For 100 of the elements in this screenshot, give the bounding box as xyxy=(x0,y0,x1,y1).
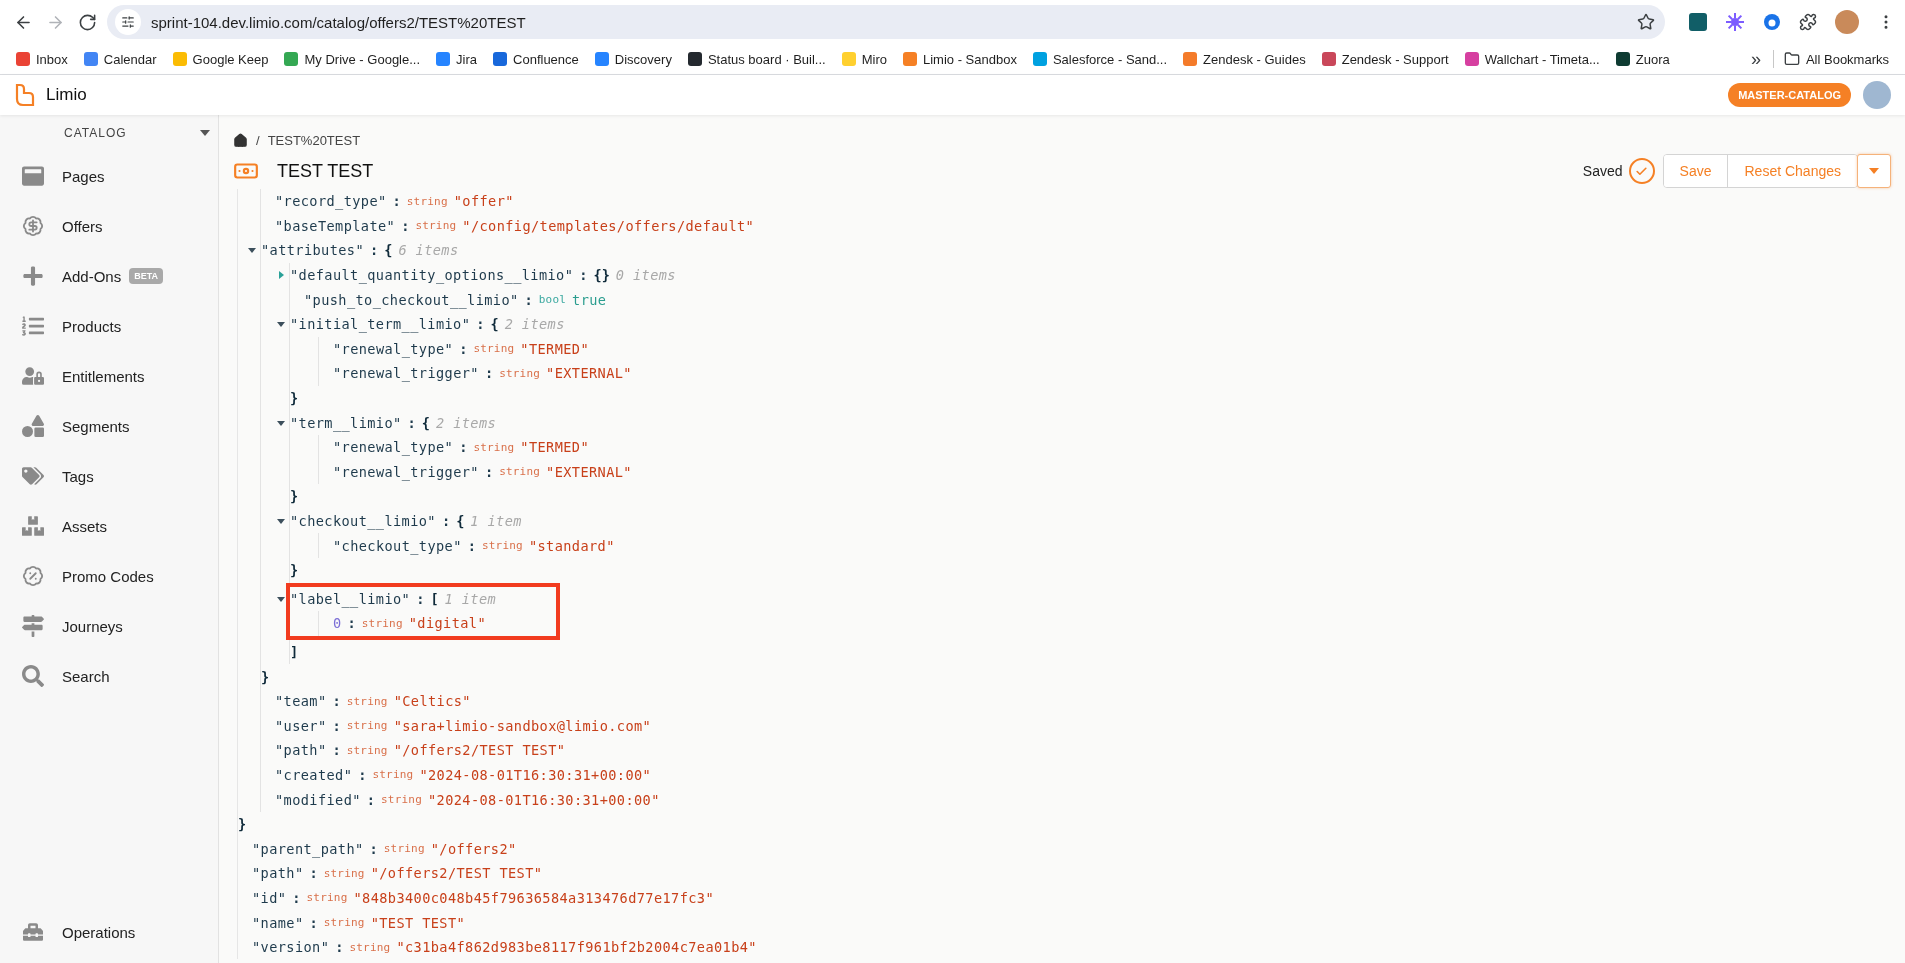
json-key: "team" xyxy=(275,693,327,710)
all-bookmarks-button[interactable]: All Bookmarks xyxy=(1777,48,1895,70)
bookmark[interactable]: Salesforce - Sand... xyxy=(1026,48,1174,70)
bookmark[interactable]: Calendar xyxy=(77,48,163,70)
colon: : xyxy=(366,791,376,808)
item-count: 2 items xyxy=(435,414,497,431)
colon: : xyxy=(292,889,301,906)
breadcrumb-separator: / xyxy=(256,132,260,148)
address-bar[interactable]: sprint-104.dev.limio.com/catalog/offers2/TEST%20TEST xyxy=(107,5,1665,39)
bookmark[interactable]: Zendesk - Support xyxy=(1315,48,1455,70)
bookmark[interactable]: My Drive - Google... xyxy=(278,48,427,70)
json-key: "path" xyxy=(252,865,304,882)
json-key: "user" xyxy=(275,717,327,734)
colon: : xyxy=(579,267,588,284)
signpost-icon xyxy=(20,613,46,639)
sidebar-item[interactable]: Pages xyxy=(0,151,218,201)
sidebar-item[interactable]: Search xyxy=(0,651,218,701)
colon: : xyxy=(476,316,485,333)
colon: : xyxy=(524,291,533,308)
bookmark[interactable]: Google Keep xyxy=(166,48,275,70)
sidebar-item[interactable]: Tags xyxy=(0,451,218,501)
bookmark[interactable]: Wallchart - Timeta... xyxy=(1458,48,1606,70)
json-value: "/offers2/TEST TEST" xyxy=(393,742,566,759)
sidebar-item[interactable]: Journeys xyxy=(0,601,218,651)
bracket: } xyxy=(290,562,299,579)
colon: : xyxy=(332,717,341,734)
sidebar-item[interactable]: Promo Codes xyxy=(0,551,218,601)
numbered-list-icon xyxy=(20,313,46,339)
bookmark[interactable]: Limio - Sandbox xyxy=(896,48,1023,70)
type-label: string xyxy=(406,194,448,208)
type-label: string xyxy=(323,916,365,929)
bookmark[interactable]: Miro xyxy=(835,48,893,70)
json-key: "record_type" xyxy=(275,193,387,210)
sliders-icon xyxy=(121,15,135,29)
type-label: string xyxy=(349,940,391,954)
colon: : xyxy=(369,840,378,857)
type-label: string xyxy=(361,616,403,630)
colon: : xyxy=(484,365,494,382)
json-value: true xyxy=(572,291,607,308)
type-label: string xyxy=(473,342,515,356)
puzzle-icon[interactable] xyxy=(1799,13,1817,31)
sidebar-item[interactable]: Products xyxy=(0,301,218,351)
colon: : xyxy=(332,742,341,759)
sidebar-item[interactable]: Add-Ons BETA xyxy=(0,251,218,301)
profile-avatar[interactable] xyxy=(1835,10,1859,34)
json-value: "/config/templates/offers/default" xyxy=(462,217,755,234)
beta-badge: BETA xyxy=(129,268,164,284)
logo-icon xyxy=(14,83,36,107)
json-value: "standard" xyxy=(528,537,615,554)
bookmark[interactable]: Jira xyxy=(430,48,484,70)
colon: : xyxy=(407,414,416,431)
sparkle-icon[interactable] xyxy=(1725,12,1745,32)
colon: : xyxy=(358,766,367,783)
check-circle-icon xyxy=(1628,158,1655,184)
sidebar-item[interactable]: Entitlements xyxy=(0,351,218,401)
site-settings-button[interactable] xyxy=(115,9,141,35)
json-key: "parent_path" xyxy=(252,840,364,857)
catalog-dropdown[interactable]: CATALOG xyxy=(0,115,218,151)
bookmark[interactable]: Zuora xyxy=(1609,48,1676,70)
item-count: 1 item xyxy=(470,513,522,529)
star-icon[interactable] xyxy=(1637,13,1655,31)
bookmark[interactable]: Inbox xyxy=(10,48,74,70)
json-value: "Celtics" xyxy=(393,693,471,710)
json-key: "id" xyxy=(252,889,287,906)
sidebar-item[interactable]: Operations xyxy=(0,907,218,957)
sidebar-item[interactable]: Assets xyxy=(0,501,218,551)
search-icon xyxy=(20,663,46,689)
bookmark[interactable]: Discovery xyxy=(588,48,678,70)
colon: : xyxy=(459,439,468,456)
type-label: string xyxy=(499,465,541,479)
colon: : xyxy=(484,463,494,480)
json-value: "offer" xyxy=(453,193,514,210)
json-value: "TERMED" xyxy=(520,340,589,357)
type-label: string xyxy=(346,719,388,733)
window-icon xyxy=(20,163,46,189)
type-label: string xyxy=(323,866,365,880)
sidebar-item[interactable]: Offers xyxy=(0,201,218,251)
caret-down-icon xyxy=(200,130,210,136)
home-icon[interactable] xyxy=(233,132,248,148)
save-status: Saved xyxy=(1582,163,1623,179)
bookmark[interactable]: Status board · Buil... xyxy=(681,48,832,70)
plus-icon xyxy=(20,263,46,289)
item-count: 2 items xyxy=(504,316,565,333)
sidebar-item[interactable]: Segments xyxy=(0,401,218,451)
more-bookmarks-button[interactable]: » xyxy=(1742,48,1769,70)
json-value: "2024-08-01T16:30:31+00:00" xyxy=(427,791,660,808)
json-key: "renewal_type" xyxy=(333,340,454,357)
extension-icon[interactable] xyxy=(1763,13,1781,31)
type-label: bool xyxy=(538,293,567,307)
colon: : xyxy=(347,615,356,632)
caret-down-icon[interactable] xyxy=(276,516,286,526)
bookmark[interactable]: Zendesk - Guides xyxy=(1177,48,1312,70)
bracket: } xyxy=(290,488,299,505)
type-label: string xyxy=(383,842,425,856)
colon: : xyxy=(332,693,341,710)
bracket: { xyxy=(456,513,465,529)
json-key: "created" xyxy=(275,766,353,783)
bookmark[interactable]: Confluence xyxy=(487,48,585,70)
json-key: "renewal_trigger" xyxy=(333,365,479,382)
caret-right-icon[interactable] xyxy=(276,270,286,281)
